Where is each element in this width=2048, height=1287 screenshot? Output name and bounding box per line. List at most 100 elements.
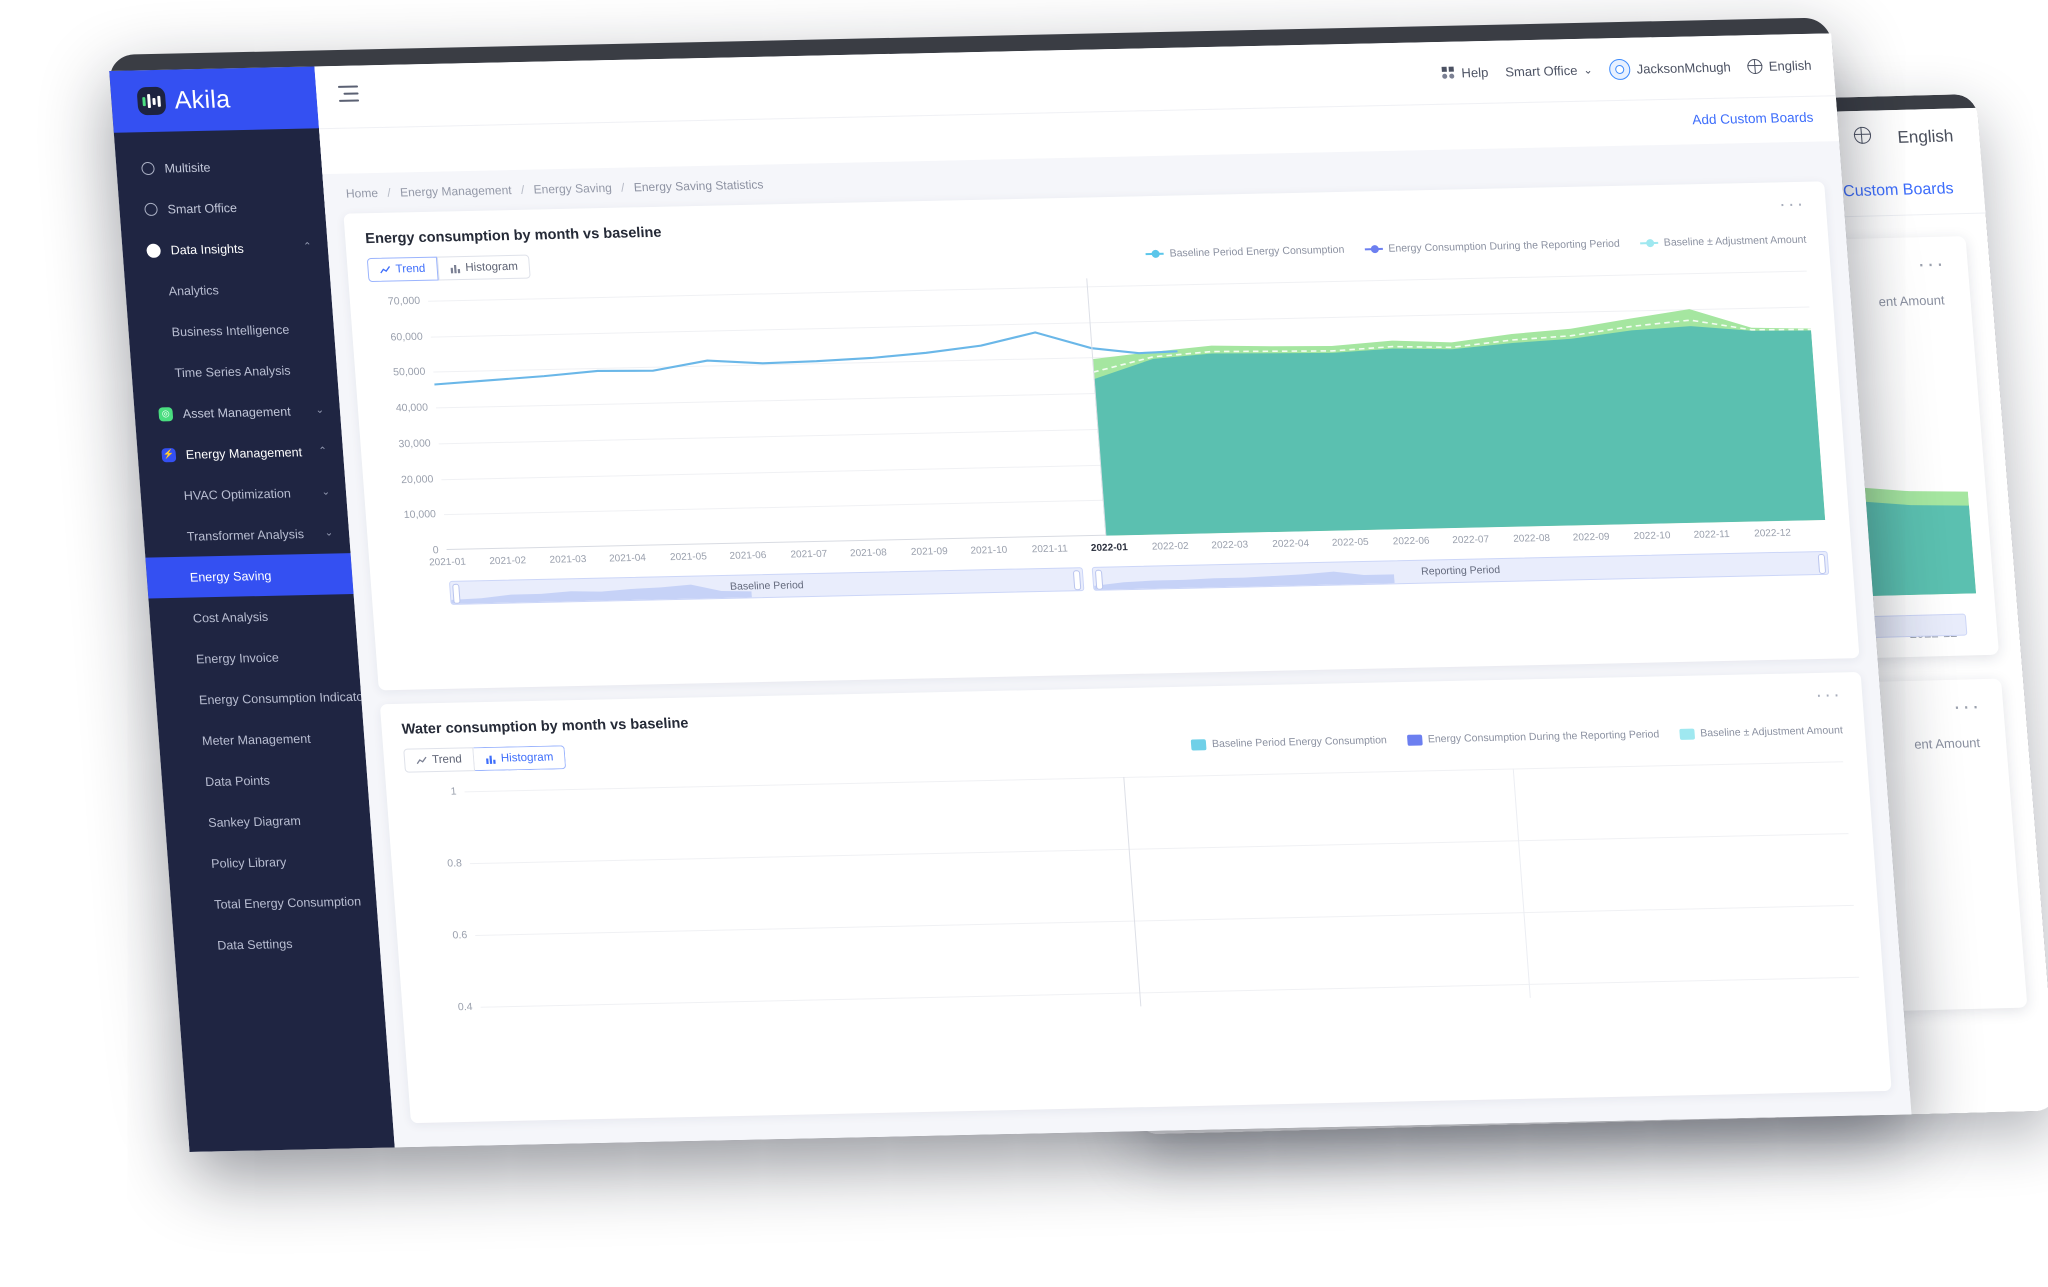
y-tick-label: 30,000 bbox=[398, 437, 432, 450]
chevron-up-icon[interactable]: ⌃ bbox=[318, 446, 327, 457]
sidebar-item-asset-management[interactable]: ◎ Asset Management ⌄ bbox=[133, 390, 341, 435]
tab-histogram[interactable]: Histogram bbox=[472, 745, 567, 772]
bar-chart-icon bbox=[485, 755, 496, 764]
sidebar-item-time-series-analysis[interactable]: Time Series Analysis bbox=[130, 349, 338, 394]
slider-handle-left[interactable] bbox=[452, 583, 461, 604]
sidebar-item-label: Asset Management bbox=[182, 404, 292, 421]
tab-label: Trend bbox=[431, 753, 463, 767]
sidebar-item-total-energy-consumption[interactable]: Total Energy Consumption bbox=[170, 880, 378, 925]
energy-chart-plot: 70,000 60,000 50,000 40,000 30,000 20,00… bbox=[372, 270, 1831, 556]
energy-bolt-icon: ⚡ bbox=[161, 447, 177, 462]
chevron-up-icon[interactable]: ⌃ bbox=[303, 241, 312, 252]
sidebar-item-label: Energy Consumption Indicators bbox=[198, 688, 375, 707]
background-add-boards-link[interactable]: Custom Boards bbox=[1843, 180, 1955, 201]
background-legend-2: ent Amount bbox=[1913, 735, 1981, 752]
sidebar-item-energy-invoice[interactable]: Energy Invoice bbox=[151, 635, 359, 680]
period-divider bbox=[1123, 776, 1142, 1007]
chevron-down-icon[interactable]: ⌄ bbox=[321, 487, 330, 498]
more-options-icon[interactable]: ··· bbox=[1778, 194, 1806, 217]
asset-icon: ◎ bbox=[158, 406, 174, 421]
breadcrumb-item-home[interactable]: Home bbox=[345, 186, 378, 201]
insights-icon bbox=[146, 243, 162, 258]
sidebar-item-transformer-analysis[interactable]: Transformer Analysis ⌄ bbox=[142, 512, 350, 557]
add-custom-boards-link[interactable]: Add Custom Boards bbox=[1692, 110, 1814, 128]
sidebar-item-smart-office[interactable]: Smart Office bbox=[118, 185, 326, 230]
sidebar-item-analytics[interactable]: Analytics bbox=[124, 267, 332, 312]
sidebar-item-label: Time Series Analysis bbox=[174, 363, 291, 380]
tab-label: Trend bbox=[395, 262, 426, 276]
energy-chart-svg bbox=[428, 271, 1826, 550]
legend-marker bbox=[1364, 245, 1383, 254]
user-avatar-icon bbox=[1608, 58, 1632, 80]
sidebar-item-hvac-optimization[interactable]: HVAC Optimization ⌄ bbox=[139, 471, 347, 516]
x-tick-label: 2021-03 bbox=[549, 553, 587, 566]
sidebar-item-label: Analytics bbox=[168, 282, 220, 298]
sidebar-item-label: Business Intelligence bbox=[171, 322, 290, 339]
brand-logo[interactable]: Akila bbox=[109, 66, 320, 133]
site-selector[interactable]: Smart Office ⌄ bbox=[1505, 62, 1593, 79]
sidebar-item-sankey-diagram[interactable]: Sankey Diagram bbox=[164, 798, 372, 843]
brand-name: Akila bbox=[173, 84, 232, 114]
y-tick-label: 70,000 bbox=[387, 294, 421, 308]
tab-label: Histogram bbox=[464, 260, 519, 274]
user-name-label: JacksonMchugh bbox=[1636, 59, 1732, 77]
slider-label: Reporting Period bbox=[1420, 564, 1501, 578]
sidebar-item-label: Transformer Analysis bbox=[186, 526, 305, 544]
breadcrumb-item-current: Energy Saving Statistics bbox=[633, 177, 764, 195]
sidebar-item-energy-management[interactable]: ⚡ Energy Management ⌃ bbox=[136, 430, 344, 475]
sidebar-item-meter-management[interactable]: Meter Management bbox=[158, 717, 366, 762]
x-tick-label: 2021-04 bbox=[608, 552, 647, 565]
slider-handle-right[interactable] bbox=[1073, 570, 1082, 591]
hamburger-menu-icon[interactable] bbox=[337, 85, 360, 102]
sidebar-item-label: Meter Management bbox=[201, 731, 312, 748]
tab-histogram[interactable]: Histogram bbox=[436, 254, 531, 281]
sidebar-item-energy-consumption-indicators[interactable]: Energy Consumption Indicators bbox=[154, 676, 375, 721]
header-actions: Help Smart Office ⌄ JacksonMchugh Englis… bbox=[1440, 34, 1814, 104]
y-tick-label: 1 bbox=[450, 785, 457, 798]
sidebar-item-data-points[interactable]: Data Points bbox=[161, 758, 369, 803]
sidebar-item-data-insights[interactable]: Data Insights ⌃ bbox=[121, 226, 329, 271]
sidebar-item-multisite[interactable]: Multisite bbox=[115, 144, 323, 189]
user-menu[interactable]: JacksonMchugh bbox=[1608, 56, 1732, 80]
sidebar-item-policy-library[interactable]: Policy Library bbox=[167, 839, 375, 884]
sidebar-item-label: Total Energy Consumption bbox=[213, 894, 362, 912]
sidebar-item-label: Policy Library bbox=[210, 854, 287, 871]
sidebar-item-label: HVAC Optimization bbox=[183, 486, 292, 503]
sidebar-item-label: Sankey Diagram bbox=[207, 813, 302, 830]
tab-trend[interactable]: Trend bbox=[366, 256, 439, 283]
more-options-icon[interactable]: ··· bbox=[1815, 684, 1843, 707]
background-language-label: English bbox=[1896, 126, 1955, 147]
line-chart-icon bbox=[380, 265, 391, 273]
sidebar-item-label: Data Settings bbox=[216, 936, 293, 953]
tab-trend[interactable]: Trend bbox=[403, 747, 475, 773]
x-tick-label: 2022-05 bbox=[1331, 536, 1370, 549]
sidebar-item-cost-analysis[interactable]: Cost Analysis bbox=[148, 594, 356, 639]
main-content: Help Smart Office ⌄ JacksonMchugh Englis… bbox=[314, 33, 1912, 1148]
more-options-icon[interactable]: ··· bbox=[1952, 693, 1982, 720]
breadcrumb-item-energy-management[interactable]: Energy Management bbox=[400, 183, 513, 199]
chevron-down-icon[interactable]: ⌄ bbox=[315, 405, 324, 416]
y-tick-label: 0.4 bbox=[457, 1000, 473, 1014]
x-tick-label: 2021-05 bbox=[669, 551, 708, 564]
x-tick-label: 2022-10 bbox=[1633, 530, 1671, 543]
slider-preview-wave bbox=[1094, 571, 1396, 590]
more-options-icon[interactable]: ··· bbox=[1916, 251, 1946, 278]
energy-consumption-card: ··· Energy consumption by month vs basel… bbox=[343, 181, 1860, 691]
breadcrumb-item-energy-saving[interactable]: Energy Saving bbox=[533, 181, 612, 197]
x-tick-label-divider: 2022-01 bbox=[1090, 542, 1129, 554]
screenshot-stage: h English Custom Boards ··· ent Amount bbox=[0, 0, 2048, 1287]
sidebar-item-business-intelligence[interactable]: Business Intelligence bbox=[127, 308, 335, 353]
chevron-down-icon[interactable]: ⌄ bbox=[324, 528, 333, 539]
x-tick-label: 2021-10 bbox=[970, 544, 1008, 557]
help-button[interactable]: Help bbox=[1441, 64, 1489, 80]
slider-handle-right[interactable] bbox=[1817, 553, 1827, 575]
line-chart-icon bbox=[416, 756, 427, 764]
legend-marker bbox=[1190, 738, 1207, 751]
globe-outline-icon bbox=[140, 161, 155, 176]
sidebar-item-energy-saving[interactable]: Energy Saving bbox=[145, 553, 354, 599]
breadcrumb-separator: / bbox=[520, 182, 525, 197]
language-selector[interactable]: English bbox=[1747, 57, 1812, 74]
sidebar-item-data-settings[interactable]: Data Settings bbox=[173, 921, 381, 966]
period-divider-secondary bbox=[1512, 768, 1531, 998]
x-tick-label: 2022-02 bbox=[1151, 540, 1190, 553]
